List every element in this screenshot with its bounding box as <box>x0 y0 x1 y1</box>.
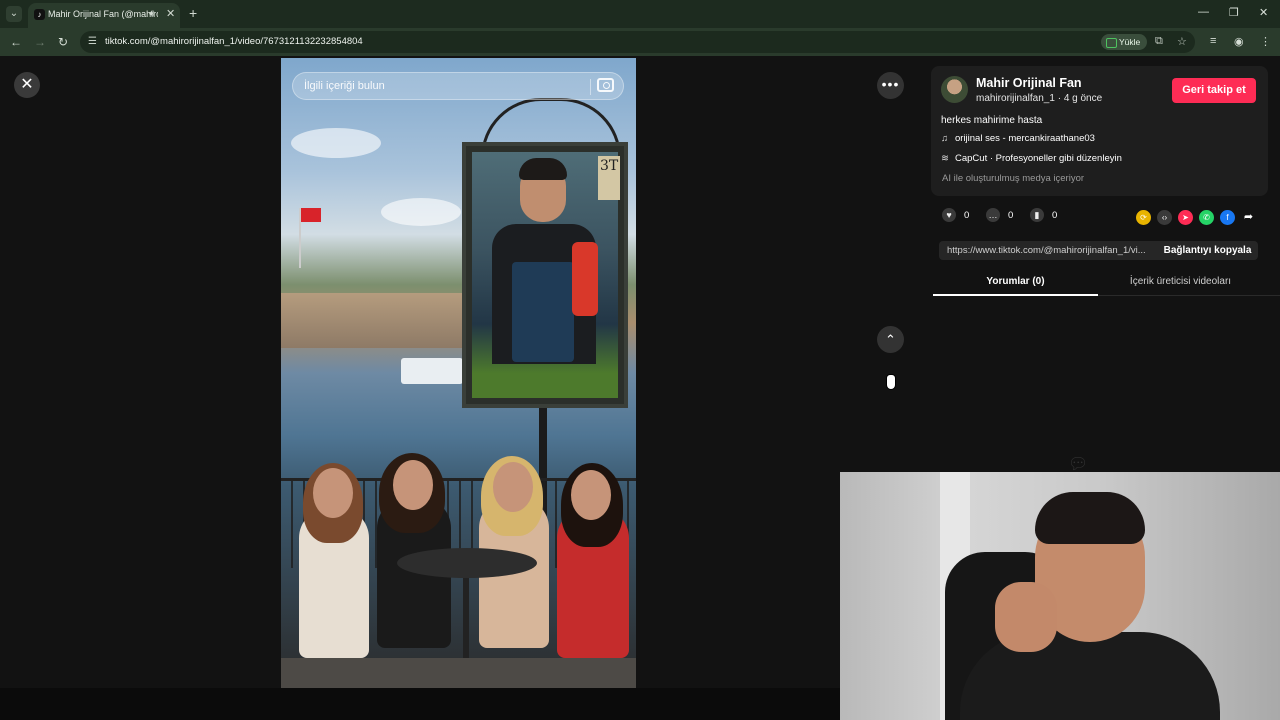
tab-creator-videos[interactable]: İçerik üreticisi videoları <box>1098 274 1263 296</box>
forward-icon[interactable]: → <box>34 35 46 49</box>
repost-icon[interactable]: ⟳ <box>1136 210 1151 225</box>
tab-comments[interactable]: Yorumlar (0) <box>933 274 1098 296</box>
speaker-icon[interactable]: 🔊︎ <box>149 8 155 19</box>
site-info-icon[interactable]: ☰ <box>88 36 97 47</box>
cloud <box>381 198 461 226</box>
woman-head <box>571 470 611 520</box>
minimize-icon[interactable]: — <box>1198 6 1209 18</box>
chips-can <box>572 242 598 316</box>
browser-tab-bar: ⌄ ♪ Mahir Orijinal Fan (@mahirorijinalfa… <box>0 0 1280 28</box>
bookmark-icon[interactable]: ▮ <box>1030 208 1044 222</box>
streamer-hair <box>1035 492 1145 544</box>
bookmark-star-icon[interactable]: ☆ <box>1177 35 1187 48</box>
share-link[interactable]: https://www.tiktok.com/@mahirorijinalfan… <box>947 245 1153 256</box>
music-title[interactable]: orijinal ses - mercankiraathane03 <box>955 133 1095 144</box>
close-video-button[interactable]: ✕ <box>14 72 40 98</box>
previous-video-button[interactable]: ⌃ <box>877 326 904 353</box>
panel-tabs: Yorumlar (0) İçerik üreticisi videoları <box>933 274 1280 296</box>
back-icon[interactable]: ← <box>10 35 22 49</box>
cloud <box>291 128 381 158</box>
follow-back-button[interactable]: Geri takip et <box>1172 78 1256 103</box>
more-options-button[interactable]: ••• <box>877 72 904 99</box>
vendor-hair <box>519 158 567 180</box>
browser-tab[interactable]: ♪ Mahir Orijinal Fan (@mahirorijinalfan_… <box>28 3 180 28</box>
bottom-strip <box>0 688 840 720</box>
city-skyline <box>281 293 471 348</box>
author-name[interactable]: Mahir Orijinal Fan <box>976 76 1082 90</box>
turkish-flag-icon <box>301 208 321 222</box>
price-sign-text: 3T <box>600 158 619 174</box>
music-row[interactable]: ♫ orijinal ses - mercankiraathane03 <box>941 133 1095 144</box>
url-text[interactable]: tiktok.com/@mahirorijinalfan_1/video/767… <box>105 36 363 47</box>
profile-icon[interactable]: ◉ <box>1234 35 1244 48</box>
browser-toolbar: ← → ↻ ☰ tiktok.com/@mahirorijinalfan_1/v… <box>0 28 1280 56</box>
woman-head <box>393 460 433 510</box>
tab-title: Mahir Orijinal Fan (@mahirorijinalfan_1) <box>48 9 158 19</box>
copy-link-button[interactable]: Bağlantıyı kopyala <box>1157 241 1258 260</box>
translate-icon[interactable]: ⧉ <box>1155 35 1163 48</box>
heart-icon[interactable]: ♥ <box>942 208 956 222</box>
search-divider <box>590 79 591 95</box>
capcut-row[interactable]: ≋ CapCut · Profesyoneller gibi düzenleyin <box>941 153 1122 164</box>
capcut-text[interactable]: CapCut · Profesyoneller gibi düzenleyin <box>955 153 1122 164</box>
woman-head <box>493 462 533 512</box>
ferry-boat <box>401 358 463 384</box>
hand-cursor-icon <box>886 374 896 390</box>
video-player[interactable]: 3T <box>281 58 636 688</box>
save-count: 0 <box>1052 210 1058 221</box>
send-icon[interactable]: ➤ <box>1178 210 1193 225</box>
related-search-bar[interactable]: İlgili içeriği bulun <box>292 72 624 100</box>
media-controls-icon[interactable]: ≡ <box>1210 35 1216 47</box>
comment-count: 0 <box>1008 210 1014 221</box>
author-handle-time[interactable]: mahirorijinalfan_1 · 4 g önce <box>976 93 1102 104</box>
streamer-hand <box>995 582 1057 652</box>
woman-head <box>313 468 353 518</box>
empty-comments-icon: 💬︎ <box>1068 456 1089 473</box>
share-arrow-icon[interactable]: ➦ <box>1241 210 1256 225</box>
tab-close-icon[interactable]: ✕ <box>166 7 175 20</box>
action-bar: ♥ 0 … 0 ▮ 0 ⟳ ‹› ➤ ✆ f ➦ <box>939 208 1269 226</box>
capcut-icon: ≋ <box>941 153 949 164</box>
cafe-table <box>397 548 537 578</box>
tiktok-favicon-icon: ♪ <box>34 9 45 20</box>
post-description: herkes mahirime hasta <box>941 115 1043 126</box>
vendor-apron <box>512 262 574 362</box>
video-area: ✕ 3T İlgili içeriği bulun ••• ⌃ <box>0 56 918 688</box>
facebook-icon[interactable]: f <box>1220 210 1235 225</box>
tab-search-chevron-icon[interactable]: ⌄ <box>6 6 22 22</box>
avatar[interactable] <box>941 76 968 103</box>
share-link-box: https://www.tiktok.com/@mahirorijinalfan… <box>939 241 1258 260</box>
reload-icon[interactable]: ↻ <box>58 35 68 49</box>
upload-button[interactable]: Yükle <box>1101 34 1147 50</box>
music-note-icon: ♫ <box>941 133 949 144</box>
streamer-body <box>960 632 1220 720</box>
ai-generated-note: AI ile oluşturulmuş medya içeriyor <box>942 173 1085 184</box>
address-bar[interactable]: ☰ tiktok.com/@mahirorijinalfan_1/video/7… <box>80 31 1195 53</box>
like-count: 0 <box>964 210 970 221</box>
post-info-card: Mahir Orijinal Fan mahirorijinalfan_1 · … <box>931 66 1268 196</box>
sign-frame: 3T <box>462 142 628 408</box>
window-close-icon[interactable]: ✕ <box>1259 6 1268 19</box>
new-tab-button[interactable]: + <box>189 5 197 21</box>
visual-search-icon[interactable] <box>597 78 614 92</box>
restore-icon[interactable]: ❐ <box>1229 6 1239 19</box>
embed-icon[interactable]: ‹› <box>1157 210 1172 225</box>
search-placeholder[interactable]: İlgili içeriği bulun <box>304 80 385 92</box>
browser-menu-icon[interactable]: ⋮ <box>1260 35 1271 48</box>
webcam-overlay <box>840 472 1280 720</box>
whatsapp-icon[interactable]: ✆ <box>1199 210 1214 225</box>
comment-icon[interactable]: … <box>986 208 1000 222</box>
sign-image: 3T <box>472 152 620 398</box>
ground <box>281 658 636 688</box>
